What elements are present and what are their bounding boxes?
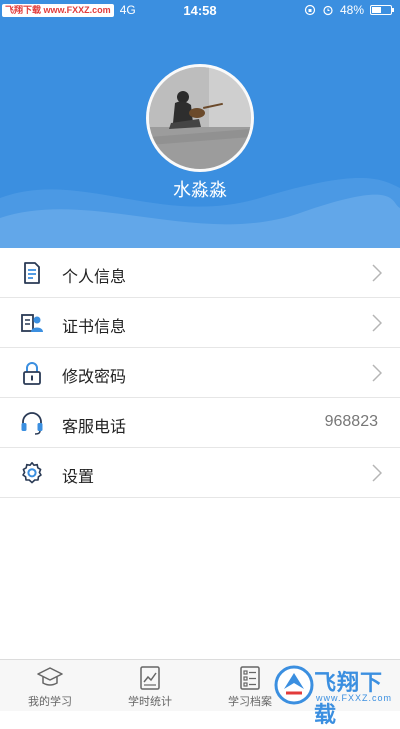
menu-item-customer-service[interactable]: 客服电话 968823: [0, 398, 400, 448]
watermark-logo-icon: [274, 665, 314, 705]
avatar[interactable]: [146, 64, 254, 172]
menu-item-label: 证书信息: [62, 319, 127, 336]
menu-item-certificate-info[interactable]: 证书信息: [0, 298, 400, 348]
alarm-icon: [323, 5, 333, 16]
username: 水淼淼: [173, 180, 227, 200]
tab-label: 我的学习: [28, 696, 72, 708]
battery-level: [372, 7, 381, 13]
menu-item-personal-info[interactable]: 个人信息: [0, 248, 400, 298]
menu-item-change-password[interactable]: 修改密码: [0, 348, 400, 398]
settings-menu: 个人信息 证书信息 修改密码 客服电话 968823 设置: [0, 248, 400, 498]
site-watermark: 飞翔下载 www.FXXZ.com: [270, 659, 400, 727]
menu-item-label: 个人信息: [62, 269, 127, 286]
chevron-right-icon: [372, 314, 382, 332]
certificate-icon: [21, 314, 43, 332]
service-phone-number[interactable]: 968823: [325, 413, 378, 431]
headset-icon: [21, 412, 43, 435]
gear-icon: [22, 462, 42, 484]
menu-item-label: 修改密码: [62, 369, 127, 386]
status-bar: 飞翔下载 www.FXXZ.com 4G 14:58 48%: [0, 0, 400, 22]
menu-item-settings[interactable]: 设置: [0, 448, 400, 498]
watermark-url: www.FXXZ.com: [316, 693, 393, 703]
menu-item-label: 设置: [62, 469, 95, 486]
tab-my-study[interactable]: 我的学习: [0, 660, 100, 712]
tab-study-hours[interactable]: 学时统计: [100, 660, 200, 712]
chevron-right-icon: [372, 464, 382, 482]
document-icon: [24, 262, 40, 284]
chart-icon: [140, 666, 160, 690]
tab-label: 学时统计: [128, 696, 172, 708]
list-icon: [240, 666, 260, 690]
profile-header: 飞翔下载 www.FXXZ.com 4G 14:58 48% 水淼淼: [0, 0, 400, 248]
chevron-right-icon: [372, 264, 382, 282]
battery-percent: 48%: [339, 3, 364, 17]
bottom-tab-bar: 我的学习 学时统计 学习档案 飞翔下载 www.FXXZ.com: [0, 659, 400, 727]
graduation-cap-icon: [37, 667, 63, 686]
avatar-photo: [149, 67, 251, 169]
lock-rotation-icon: [304, 4, 316, 16]
lock-icon: [23, 362, 41, 385]
chevron-right-icon: [372, 364, 382, 382]
battery-icon: [370, 5, 394, 15]
menu-item-label: 客服电话: [62, 419, 127, 436]
